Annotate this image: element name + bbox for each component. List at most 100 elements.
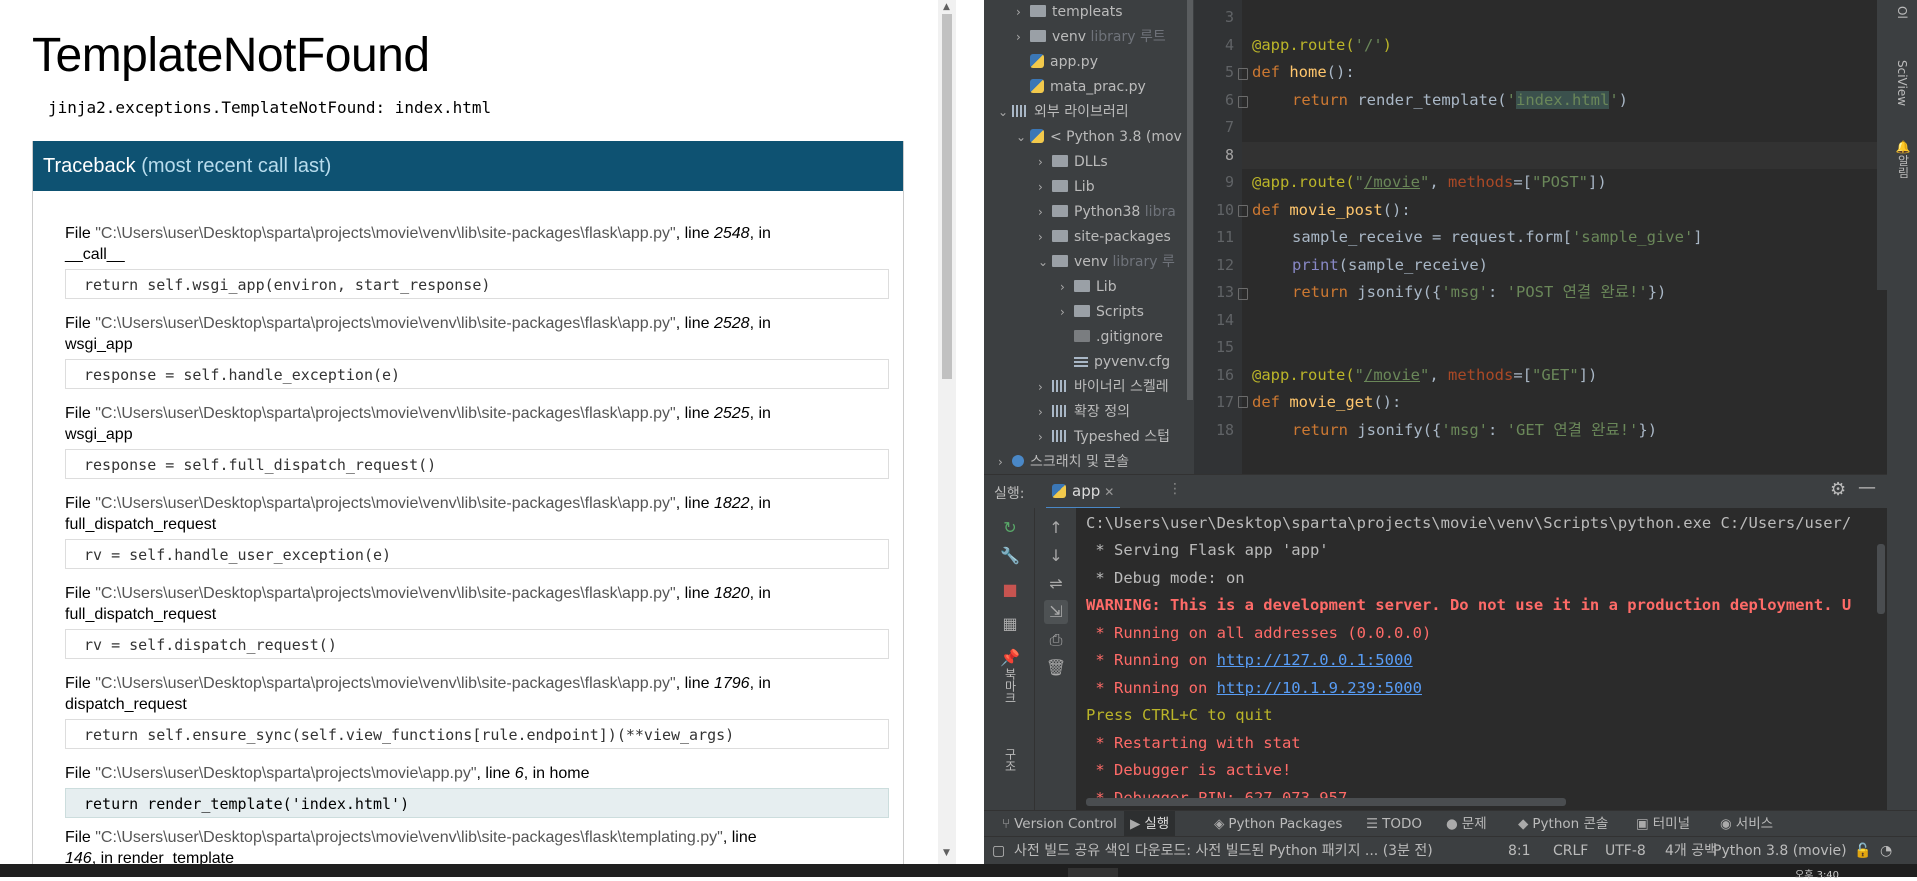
scrollbar-thumb[interactable] xyxy=(942,14,952,379)
tab-services[interactable]: ◉ 서비스 xyxy=(1720,811,1773,837)
tree-node[interactable]: › 확장 정의 xyxy=(1038,400,1130,424)
file-encoding[interactable]: UTF-8 xyxy=(1605,837,1646,864)
tree-node[interactable]: › Lib xyxy=(1060,275,1117,299)
tree-node[interactable]: › venv library 루트 xyxy=(1016,25,1166,49)
close-icon[interactable]: ✕ xyxy=(1104,485,1114,499)
code-line[interactable]: def home(): xyxy=(1252,59,1355,86)
code-line[interactable]: print(sample_receive) xyxy=(1292,252,1488,279)
tree-node[interactable]: › 스크래치 및 콘솔 xyxy=(998,450,1129,474)
fold-marker-icon[interactable] xyxy=(1238,205,1248,217)
frame-source-line[interactable]: return render_template('index.html') xyxy=(65,788,889,818)
frame-filename[interactable]: "C:\Users\user\Desktop\sparta\projects\m… xyxy=(95,829,723,846)
more-icon[interactable]: ⋮ xyxy=(1168,481,1182,497)
status-panel-toggle-icon[interactable]: ▢ xyxy=(992,837,1005,864)
tree-node[interactable]: › Typeshed 스텁 xyxy=(1038,425,1170,449)
tree-node[interactable]: › Scripts xyxy=(1060,300,1144,324)
fold-marker-icon[interactable] xyxy=(1238,396,1248,408)
tree-node[interactable]: › templeats xyxy=(1016,0,1123,24)
frame-source-line[interactable]: rv = self.dispatch_request() xyxy=(65,629,889,659)
trash-icon[interactable]: 🗑 xyxy=(1044,656,1068,680)
code-line[interactable]: @app.route('/') xyxy=(1252,32,1392,59)
frame-source-line[interactable]: rv = self.handle_user_exception(e) xyxy=(65,539,889,569)
code-line[interactable]: def movie_post(): xyxy=(1252,197,1411,224)
structure-tab[interactable]: 구조 xyxy=(1002,748,1019,772)
editor-scrollbar[interactable] xyxy=(1877,0,1887,290)
rerun-icon[interactable]: ↻ xyxy=(998,516,1022,540)
tree-node[interactable]: ⌄ < Python 3.8 (mov xyxy=(1016,125,1182,149)
code-line[interactable]: @app.route("/movie", methods=["GET"]) xyxy=(1252,362,1597,389)
caret-position[interactable]: 8:1 xyxy=(1508,837,1531,864)
tree-node[interactable]: .gitignore xyxy=(1074,325,1163,349)
run-config-tab[interactable]: app ✕ xyxy=(1046,475,1121,510)
traceback-header[interactable]: Traceback (most recent call last) xyxy=(33,141,903,191)
code-line[interactable]: @app.route("/movie", methods=["POST"]) xyxy=(1252,169,1607,196)
tab-run[interactable]: ▶ 실행 xyxy=(1124,811,1176,837)
frame-filename[interactable]: "C:\Users\user\Desktop\sparta\projects\m… xyxy=(95,585,676,602)
localhost-link[interactable]: http://127.0.0.1:5000 xyxy=(1217,651,1413,669)
status-message[interactable]: 사전 빌드 공유 색인 다운로드: 사전 빌드된 Python 패키지 ... … xyxy=(1014,837,1433,864)
taskbar-button[interactable] xyxy=(1068,868,1118,877)
fold-marker-icon[interactable] xyxy=(1238,288,1248,300)
code-line[interactable]: def movie_get(): xyxy=(1252,389,1401,416)
tool-window-button[interactable]: Ol xyxy=(1895,6,1909,19)
tab-python-packages[interactable]: ◈ Python Packages xyxy=(1214,811,1342,837)
notifications-button[interactable]: 🔔알림 xyxy=(1895,140,1912,179)
tree-node[interactable]: app.py xyxy=(1030,50,1098,74)
stop-icon[interactable]: ■ xyxy=(998,578,1022,602)
frame-filename[interactable]: "C:\Users\user\Desktop\sparta\projects\m… xyxy=(95,495,676,512)
line-separator[interactable]: CRLF xyxy=(1553,837,1588,864)
frame-filename[interactable]: "C:\Users\user\Desktop\sparta\projects\m… xyxy=(95,675,676,692)
project-tree-scrollbar[interactable] xyxy=(1186,0,1194,474)
frame-source-line[interactable]: response = self.full_dispatch_request() xyxy=(65,449,889,479)
frame-source-line[interactable]: return self.ensure_sync(self.view_functi… xyxy=(65,719,889,749)
console-horizontal-scrollbar[interactable] xyxy=(1086,798,1566,806)
tree-node[interactable]: ⌄ 외부 라이브러리 xyxy=(998,100,1129,124)
lock-icon[interactable]: 🔓 xyxy=(1854,837,1871,864)
gear-icon[interactable]: ⚙ xyxy=(1830,479,1846,500)
layout-icon[interactable]: ▦ xyxy=(998,612,1022,636)
tab-python-console[interactable]: ◆ Python 콘솔 xyxy=(1518,811,1608,837)
print-icon[interactable]: ⎙ xyxy=(1044,628,1068,652)
run-console[interactable]: C:\Users\user\Desktop\sparta\projects\mo… xyxy=(1076,508,1887,810)
console-vertical-scrollbar[interactable] xyxy=(1877,544,1885,614)
tab-terminal[interactable]: ▣ 터미널 xyxy=(1636,811,1690,837)
indent-setting[interactable]: 4개 공백 xyxy=(1665,837,1717,864)
wrench-icon[interactable]: 🔧 xyxy=(998,544,1022,568)
tree-node[interactable]: › Python38 libra xyxy=(1038,200,1176,224)
arrow-down-icon[interactable]: ↓ xyxy=(1044,544,1068,568)
soft-wrap-icon[interactable]: ⇌ xyxy=(1044,572,1068,596)
frame-source-line[interactable]: return self.wsgi_app(environ, start_resp… xyxy=(65,269,889,299)
tree-node[interactable]: › DLLs xyxy=(1038,150,1108,174)
scroll-up-icon[interactable]: ▲ xyxy=(943,2,950,12)
tree-node[interactable]: ⌄ venv library 루 xyxy=(1038,250,1175,274)
code-line[interactable]: return render_template('index.html') xyxy=(1292,87,1628,114)
fold-marker-icon[interactable] xyxy=(1238,68,1248,80)
code-line[interactable]: sample_receive = request.form['sample_gi… xyxy=(1292,224,1703,251)
frame-filename[interactable]: "C:\Users\user\Desktop\sparta\projects\m… xyxy=(95,315,676,332)
tree-node[interactable]: › Lib xyxy=(1038,175,1095,199)
bookmarks-tab[interactable]: 북마크 xyxy=(1002,668,1019,704)
code-editor[interactable]: 3 4 5 6 7 8 9 10 11 12 13 14 15 16 17 18… xyxy=(1194,0,1887,474)
minimize-icon[interactable]: — xyxy=(1858,477,1876,498)
tree-node[interactable]: › 바이너리 스켈레 xyxy=(1038,375,1169,399)
tree-node[interactable]: mata_prac.py xyxy=(1030,75,1146,99)
sciview-button[interactable]: SciView xyxy=(1895,60,1909,106)
fold-marker-icon[interactable] xyxy=(1238,96,1248,108)
tab-version-control[interactable]: ⑂ Version Control xyxy=(1002,811,1117,837)
tree-node[interactable]: › site-packages xyxy=(1038,225,1171,249)
memory-indicator-icon[interactable]: ◔ xyxy=(1880,837,1892,864)
scroll-down-icon[interactable]: ▼ xyxy=(943,848,950,858)
code-line[interactable]: return jsonify({'msg': 'POST 연결 완료!'}) xyxy=(1292,279,1666,306)
code-line[interactable]: return jsonify({'msg': 'GET 연결 완료!'}) xyxy=(1292,417,1657,444)
scrollbar-thumb[interactable] xyxy=(1187,0,1193,400)
scroll-to-end-icon[interactable]: ⇲ xyxy=(1044,600,1068,624)
pin-icon[interactable]: 📌 xyxy=(998,646,1022,670)
arrow-up-icon[interactable]: ↑ xyxy=(1044,516,1068,540)
tree-node[interactable]: pyvenv.cfg xyxy=(1074,350,1170,374)
browser-scrollbar[interactable]: ▲ ▼ xyxy=(938,0,956,864)
frame-filename[interactable]: "C:\Users\user\Desktop\sparta\projects\m… xyxy=(95,225,676,242)
tab-todo[interactable]: ☰ TODO xyxy=(1366,811,1422,837)
python-interpreter[interactable]: Python 3.8 (movie) xyxy=(1713,837,1847,864)
frame-filename[interactable]: "C:\Users\user\Desktop\sparta\projects\m… xyxy=(95,765,476,782)
frame-source-line[interactable]: response = self.handle_exception(e) xyxy=(65,359,889,389)
